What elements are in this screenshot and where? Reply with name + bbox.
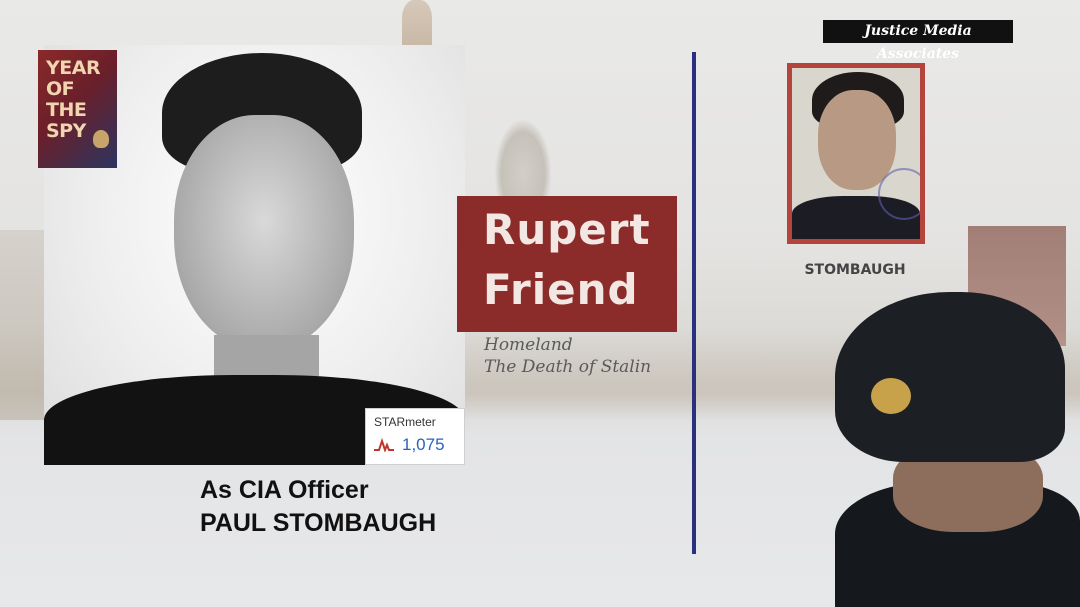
passport-label: STOMBAUGH [804, 262, 906, 278]
role-caption: As CIA Officer PAUL STOMBAUGH [200, 474, 436, 540]
actor-first-name: Rupert [483, 205, 651, 254]
passport-photo [787, 63, 925, 244]
badge-icon [93, 130, 109, 148]
logo-line: THE [46, 99, 87, 121]
actor-last-name: Friend [483, 265, 639, 314]
actor-name-box: Rupert Friend [457, 196, 677, 332]
vertical-divider [692, 52, 696, 554]
credit-item: The Death of Stalin [484, 357, 652, 377]
year-of-the-spy-logo: YEAR OF THE SPY [38, 50, 117, 168]
background-spire [402, 0, 432, 45]
soldier-photo [835, 292, 1080, 607]
actor-credits: Homeland The Death of Stalin [484, 334, 651, 378]
credit-item: Homeland [484, 335, 573, 355]
trend-icon [374, 438, 394, 452]
logo-line: OF [46, 78, 75, 100]
starmeter-label: STARmeter [374, 415, 436, 429]
caption-line-1: As CIA Officer [200, 476, 369, 504]
cap-badge-icon [871, 378, 911, 414]
starmeter-value: 1,075 [402, 435, 445, 454]
starmeter-widget: STARmeter 1,075 [365, 408, 465, 465]
soldier-hat [835, 292, 1065, 462]
portrait-face [174, 115, 354, 350]
brand-label: Justice Media Associates [823, 20, 1013, 62]
caption-line-2: PAUL STOMBAUGH [200, 509, 437, 537]
logo-line: YEAR [46, 57, 101, 79]
